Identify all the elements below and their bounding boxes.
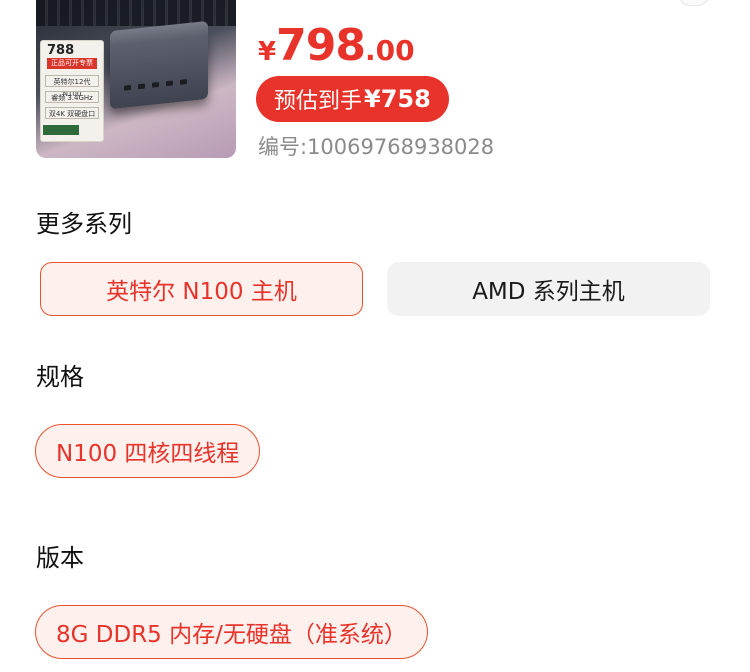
mini-pc-image [110,20,208,110]
thumbnail-line-3: 双4K 双硬盘口 [45,107,99,119]
thumbnail-badge [43,125,79,135]
thumbnail-price: 788 [47,43,75,58]
currency-symbol: ¥ [258,37,277,67]
price-decimal: .00 [364,34,415,67]
series-option-intel-n100[interactable]: 英特尔 N100 主机 [40,262,363,316]
product-thumbnail[interactable]: 788 正品可开专票 英特尔12代N100 睿频 3.4GHz 双4K 双硬盘口 [36,0,236,158]
version-option-8g-barebone[interactable]: 8G DDR5 内存/无硬盘（准系统） [35,605,428,659]
estimated-price-badge: 预估到手 ¥758 [256,76,449,122]
sku-number: 编号:10069768938028 [258,135,495,159]
series-option-amd[interactable]: AMD 系列主机 [387,262,710,316]
promo-panel: 788 正品可开专票 英特尔12代N100 睿频 3.4GHz 双4K 双硬盘口 [40,40,104,142]
spec-option-n100[interactable]: N100 四核四线程 [35,424,261,478]
spec-section-title: 规格 [36,363,84,391]
thumbnail-line-2: 睿频 3.4GHz [45,91,99,103]
series-option-label: 英特尔 N100 主机 [106,279,297,305]
series-section-title: 更多系列 [36,210,132,238]
series-option-label: AMD 系列主机 [472,279,625,305]
estimated-price-amount: ¥758 [364,85,431,113]
spec-option-label: N100 四核四线程 [56,441,240,467]
estimated-price-label: 预估到手 [274,89,363,114]
thumbnail-tag: 正品可开专票 [47,58,97,69]
thumbnail-line-1: 英特尔12代N100 [45,75,99,98]
price: ¥798.00 [258,20,415,72]
close-button[interactable] [678,0,710,6]
price-integer: 798 [276,20,366,71]
version-section-title: 版本 [36,544,84,572]
version-option-label: 8G DDR5 内存/无硬盘（准系统） [56,622,407,648]
